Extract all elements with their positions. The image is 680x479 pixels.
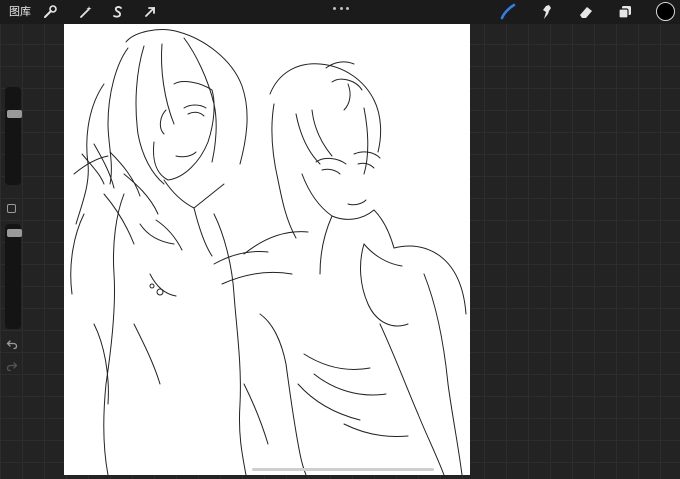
- home-indicator: [252, 468, 434, 471]
- drawing-canvas[interactable]: [64, 24, 470, 476]
- magic-wand-icon: [80, 6, 92, 18]
- brush-opacity-thumb[interactable]: [7, 229, 22, 237]
- gallery-button[interactable]: 图库: [9, 4, 31, 20]
- more-options-dots[interactable]: [333, 5, 349, 11]
- undo-icon: [6, 340, 18, 350]
- modify-square-icon[interactable]: [7, 204, 16, 213]
- brush-opacity-slider[interactable]: [5, 224, 22, 329]
- layers-button[interactable]: [615, 2, 635, 22]
- eraser-icon: [580, 7, 592, 18]
- redo-button[interactable]: [6, 360, 18, 372]
- eraser-button[interactable]: [576, 2, 596, 22]
- smudge-button[interactable]: [537, 2, 557, 22]
- brush-button[interactable]: [498, 2, 518, 22]
- undo-button[interactable]: [6, 338, 18, 350]
- brush-size-slider[interactable]: [5, 87, 22, 185]
- arrow-cursor-icon: [145, 7, 155, 17]
- top-toolbar: 图库: [0, 0, 680, 24]
- dot: [339, 6, 343, 10]
- smudge-icon: [543, 5, 551, 19]
- brush-icon: [500, 3, 516, 20]
- transform-button[interactable]: [140, 2, 160, 22]
- line-art-illustration: [70, 29, 467, 476]
- selection-button[interactable]: [108, 2, 128, 22]
- left-sidebar: [2, 87, 22, 377]
- wrench-icon: [44, 5, 57, 18]
- dot: [333, 6, 336, 10]
- brush-size-thumb[interactable]: [7, 110, 22, 118]
- dot: [346, 6, 349, 10]
- layers-icon: [618, 6, 631, 19]
- adjustments-button[interactable]: [76, 2, 96, 22]
- color-picker-swatch[interactable]: [656, 2, 675, 21]
- redo-icon: [6, 362, 18, 372]
- actions-button[interactable]: [40, 2, 60, 22]
- selection-s-icon: [113, 6, 122, 18]
